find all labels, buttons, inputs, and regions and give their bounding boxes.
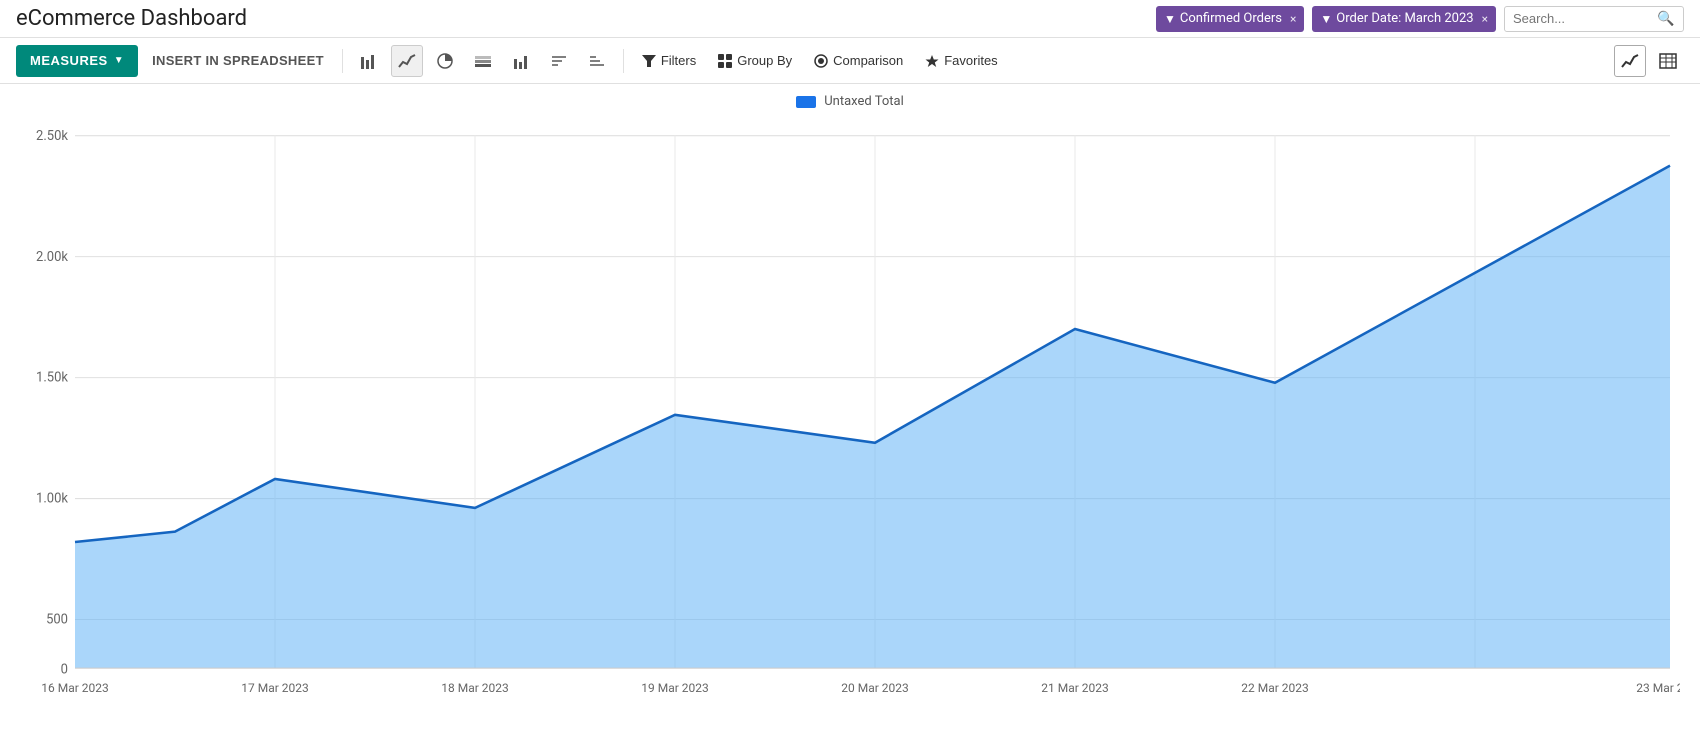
search-box[interactable]: 🔍 (1504, 6, 1684, 32)
header: eCommerce Dashboard ▼ Confirmed Orders ×… (0, 0, 1700, 38)
legend-label: Untaxed Total (824, 94, 903, 109)
column-chart-button[interactable] (505, 45, 537, 77)
search-input[interactable] (1513, 11, 1653, 26)
svg-text:17 Mar 2023: 17 Mar 2023 (241, 681, 309, 695)
chart-area-fill (75, 166, 1670, 668)
table-view-button[interactable] (1652, 45, 1684, 77)
filter-close-2[interactable]: × (1482, 12, 1488, 26)
bar-chart-button[interactable] (353, 45, 385, 77)
filter-icon-1: ▼ (1164, 12, 1176, 26)
svg-text:2.00k: 2.00k (36, 250, 68, 265)
svg-text:2.50k: 2.50k (36, 129, 68, 144)
svg-text:20 Mar 2023: 20 Mar 2023 (841, 681, 909, 695)
comparison-icon (814, 54, 828, 68)
filter-confirmed-orders[interactable]: ▼ Confirmed Orders × (1156, 6, 1304, 32)
sort-asc-button[interactable] (581, 45, 613, 77)
svg-text:0: 0 (61, 662, 68, 677)
filter-label-1: Confirmed Orders (1180, 11, 1282, 26)
filter-label-2: Order Date: March 2023 (1336, 11, 1473, 26)
stack-chart-button[interactable] (467, 45, 499, 77)
svg-text:16 Mar 2023: 16 Mar 2023 (41, 681, 109, 695)
svg-text:1.50k: 1.50k (36, 371, 68, 386)
divider-2 (623, 49, 624, 73)
svg-text:23 Mar 2023: 23 Mar 2023 (1636, 681, 1680, 695)
pie-chart-button[interactable] (429, 45, 461, 77)
svg-text:18 Mar 2023: 18 Mar 2023 (441, 681, 509, 695)
toolbar: MEASURES ▼ INSERT IN SPREADSHEET Filters… (0, 38, 1700, 84)
measures-button[interactable]: MEASURES ▼ (16, 45, 138, 77)
svg-text:1.00k: 1.00k (36, 492, 68, 507)
chart-wrapper: 0 500 1.00k 1.50k 2.00k 2.50k 16 Mar 202… (20, 115, 1680, 725)
favorites-icon (925, 54, 939, 68)
chart-area: Untaxed Total 0 500 1.00k 1.50k 2.00k 2 (0, 84, 1700, 734)
svg-text:22 Mar 2023: 22 Mar 2023 (1241, 681, 1309, 695)
graph-view-button[interactable] (1614, 45, 1646, 77)
main-chart-svg: 0 500 1.00k 1.50k 2.00k 2.50k 16 Mar 202… (20, 115, 1680, 725)
line-chart-button[interactable] (391, 45, 423, 77)
divider-1 (342, 49, 343, 73)
favorites-button[interactable]: Favorites (917, 49, 1005, 72)
insert-spreadsheet-button[interactable]: INSERT IN SPREADSHEET (144, 53, 332, 68)
svg-text:500: 500 (46, 612, 68, 627)
sort-desc-button[interactable] (543, 45, 575, 77)
comparison-button[interactable]: Comparison (806, 49, 911, 72)
page-title: eCommerce Dashboard (16, 6, 247, 31)
filter-close-1[interactable]: × (1290, 12, 1296, 26)
filter-order-date[interactable]: ▼ Order Date: March 2023 × (1312, 6, 1496, 32)
group-by-button[interactable]: Group By (710, 49, 800, 72)
filter-icon-2: ▼ (1320, 12, 1332, 26)
chart-legend: Untaxed Total (20, 94, 1680, 109)
filters-button[interactable]: Filters (634, 49, 704, 72)
group-by-icon (718, 54, 732, 68)
measures-arrow-icon: ▼ (114, 55, 124, 66)
svg-text:21 Mar 2023: 21 Mar 2023 (1041, 681, 1109, 695)
filters-icon (642, 54, 656, 68)
svg-text:19 Mar 2023: 19 Mar 2023 (641, 681, 709, 695)
filter-bar: ▼ Confirmed Orders × ▼ Order Date: March… (247, 6, 1684, 32)
search-icon[interactable]: 🔍 (1657, 11, 1674, 27)
legend-color-box (796, 96, 816, 108)
